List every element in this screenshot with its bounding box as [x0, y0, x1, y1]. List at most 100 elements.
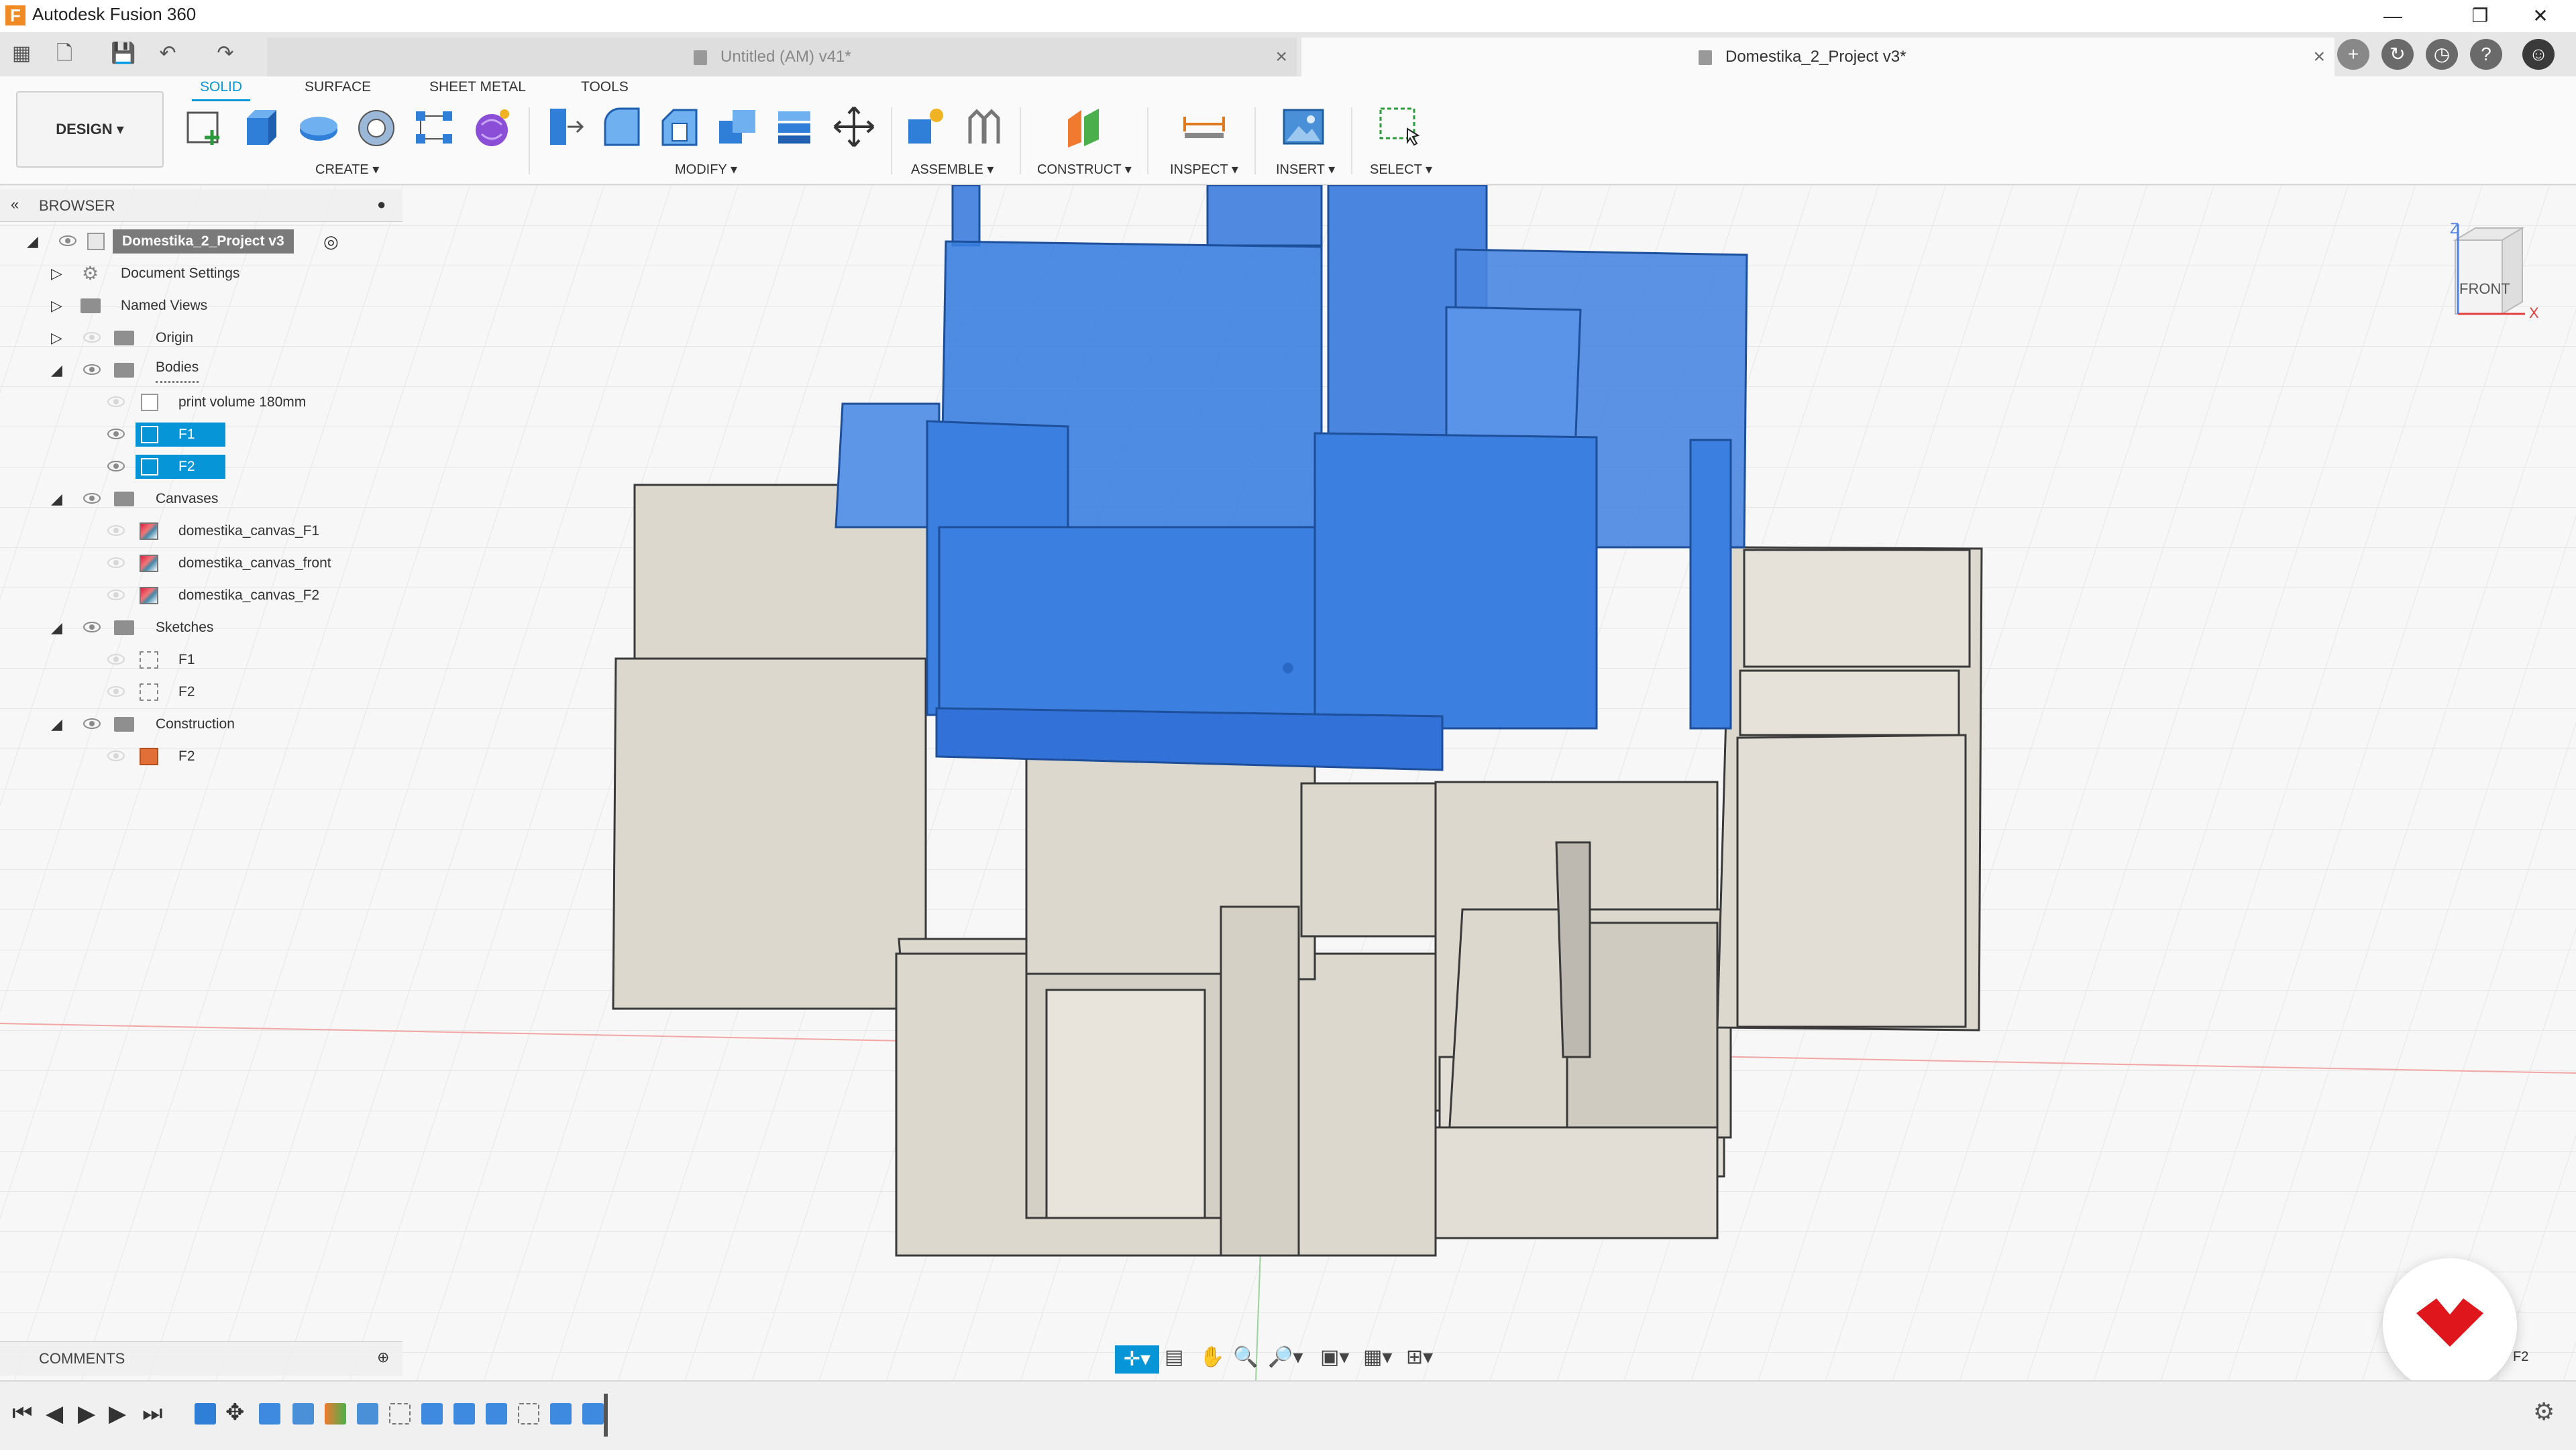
- pan-icon[interactable]: ✋: [1199, 1345, 1224, 1369]
- fillet-icon[interactable]: [598, 103, 645, 150]
- assemble-menu[interactable]: ASSEMBLE ▾: [911, 161, 994, 178]
- visibility-icon[interactable]: [107, 429, 125, 439]
- inspect-menu[interactable]: INSPECT ▾: [1170, 161, 1238, 178]
- extensions-icon[interactable]: ↻: [2381, 39, 2414, 70]
- tree-root[interactable]: ◢ Domestika_2_Project v3 ◎: [0, 225, 376, 258]
- visibility-icon[interactable]: [107, 396, 125, 407]
- tab-surface[interactable]: SURFACE: [305, 79, 371, 95]
- fit-icon[interactable]: 🔎▾: [1268, 1345, 1303, 1369]
- restore-icon[interactable]: ❐: [2451, 0, 2509, 32]
- expand-triangle-icon[interactable]: ▷: [51, 290, 62, 322]
- activate-icon[interactable]: ◎: [323, 225, 339, 258]
- help-icon[interactable]: ?: [2470, 39, 2502, 70]
- create-sketch-icon[interactable]: [181, 103, 228, 150]
- collapse-triangle-icon[interactable]: ◢: [51, 483, 62, 515]
- timeline-extrude-icon[interactable]: [486, 1403, 507, 1425]
- browser-header[interactable]: « BROWSER ●: [0, 189, 402, 222]
- visibility-icon[interactable]: [83, 493, 101, 504]
- press-pull-icon[interactable]: [541, 103, 588, 150]
- create-form-icon[interactable]: [468, 103, 515, 150]
- select-menu[interactable]: SELECT ▾: [1370, 161, 1432, 178]
- visibility-icon[interactable]: [107, 686, 125, 697]
- visibility-icon[interactable]: [83, 718, 101, 729]
- visibility-icon[interactable]: [107, 654, 125, 665]
- collapse-icon[interactable]: «: [11, 196, 19, 213]
- save-icon[interactable]: 💾: [110, 39, 137, 68]
- zoom-icon[interactable]: 🔍: [1233, 1345, 1258, 1369]
- step-back-icon[interactable]: ◀: [46, 1400, 63, 1427]
- visibility-icon[interactable]: [107, 557, 125, 568]
- joint-icon[interactable]: [961, 103, 1008, 150]
- move-copy-icon[interactable]: [830, 103, 877, 150]
- undo-icon[interactable]: ↶: [154, 39, 181, 68]
- new-tab-icon[interactable]: +: [2337, 39, 2369, 70]
- timeline-move-icon[interactable]: ✥: [225, 1399, 245, 1426]
- comments-panel[interactable]: COMMENTS ⊕: [0, 1341, 402, 1376]
- collapse-triangle-icon[interactable]: ◢: [51, 354, 62, 386]
- visibility-icon[interactable]: [59, 235, 76, 246]
- close-tab-icon[interactable]: ×: [1275, 38, 1287, 76]
- expand-triangle-icon[interactable]: ▷: [51, 322, 62, 354]
- tab-domestika-project[interactable]: Domestika_2_Project v3* ×: [1301, 38, 2334, 76]
- tab-sheet-metal[interactable]: SHEET METAL: [429, 79, 526, 95]
- visibility-icon[interactable]: [107, 590, 125, 600]
- visibility-icon[interactable]: [107, 750, 125, 761]
- chamfer-icon[interactable]: [656, 103, 703, 150]
- viewports-icon[interactable]: ⊞▾: [1406, 1345, 1433, 1369]
- timeline-sketch-icon[interactable]: [389, 1403, 411, 1425]
- app-grid-icon[interactable]: ▦: [8, 39, 35, 68]
- timeline-marker[interactable]: [604, 1394, 608, 1437]
- timeline-sketch-icon[interactable]: [518, 1403, 539, 1425]
- hole-icon[interactable]: [353, 103, 400, 150]
- file-menu-icon[interactable]: 🗋: [51, 39, 78, 68]
- extrude-icon[interactable]: [239, 103, 286, 150]
- timeline-canvas-icon[interactable]: [357, 1403, 378, 1425]
- step-forward-icon[interactable]: ▶: [109, 1400, 126, 1427]
- orbit-icon[interactable]: ✛▾: [1115, 1345, 1159, 1374]
- display-settings-icon[interactable]: ▣▾: [1320, 1345, 1349, 1369]
- visibility-icon[interactable]: [83, 622, 101, 632]
- timeline-extrude-icon[interactable]: [195, 1403, 216, 1425]
- timeline-extrude-icon[interactable]: [453, 1403, 475, 1425]
- pin-icon[interactable]: ●: [377, 196, 386, 213]
- close-tab-icon[interactable]: ×: [2313, 38, 2325, 76]
- job-status-icon[interactable]: ◷: [2426, 39, 2458, 70]
- visibility-icon[interactable]: [107, 525, 125, 536]
- tab-tools[interactable]: TOOLS: [581, 79, 629, 95]
- measure-icon[interactable]: [1181, 103, 1228, 150]
- timeline-extrude-icon[interactable]: [582, 1403, 604, 1425]
- look-at-icon[interactable]: ▤: [1165, 1345, 1183, 1369]
- tab-untitled[interactable]: Untitled (AM) v41* ×: [267, 38, 1297, 76]
- collapse-triangle-icon[interactable]: ◢: [51, 708, 62, 740]
- collapse-triangle-icon[interactable]: ◢: [51, 612, 62, 644]
- redo-icon[interactable]: ↷: [212, 39, 239, 68]
- new-component-icon[interactable]: [903, 103, 950, 150]
- timeline-extrude-icon[interactable]: [292, 1403, 314, 1425]
- create-menu[interactable]: CREATE ▾: [315, 161, 379, 178]
- offset-face-icon[interactable]: [771, 103, 818, 150]
- workspace-switcher[interactable]: DESIGN ▾: [16, 91, 164, 168]
- offset-plane-icon[interactable]: [1061, 103, 1108, 150]
- combine-icon[interactable]: [714, 103, 761, 150]
- construct-menu[interactable]: CONSTRUCT ▾: [1037, 161, 1132, 178]
- view-cube[interactable]: FRONT Z X: [2449, 220, 2539, 321]
- timeline-extrude-icon[interactable]: [259, 1403, 280, 1425]
- timeline-extrude-icon[interactable]: [550, 1403, 572, 1425]
- minimize-icon[interactable]: —: [2364, 0, 2422, 32]
- expand-triangle-icon[interactable]: ▷: [51, 258, 62, 290]
- collapse-triangle-icon[interactable]: ◢: [27, 225, 38, 258]
- insert-menu[interactable]: INSERT ▾: [1276, 161, 1335, 178]
- go-to-start-icon[interactable]: ⏮: [12, 1400, 33, 1427]
- modify-menu[interactable]: MODIFY ▾: [675, 161, 737, 178]
- timeline-extrude-icon[interactable]: [421, 1403, 443, 1425]
- go-to-end-icon[interactable]: ⏭: [142, 1400, 163, 1427]
- settings-gear-icon[interactable]: ⚙: [2533, 1398, 2555, 1426]
- tab-solid[interactable]: SOLID: [191, 79, 251, 101]
- play-icon[interactable]: ▶: [78, 1400, 95, 1427]
- avatar[interactable]: ☺: [2522, 39, 2555, 70]
- select-icon[interactable]: [1377, 103, 1424, 150]
- visibility-icon[interactable]: [83, 332, 101, 343]
- grid-snaps-icon[interactable]: ▦▾: [1363, 1345, 1392, 1369]
- revolve-icon[interactable]: [295, 103, 342, 150]
- close-icon[interactable]: ✕: [2512, 0, 2569, 32]
